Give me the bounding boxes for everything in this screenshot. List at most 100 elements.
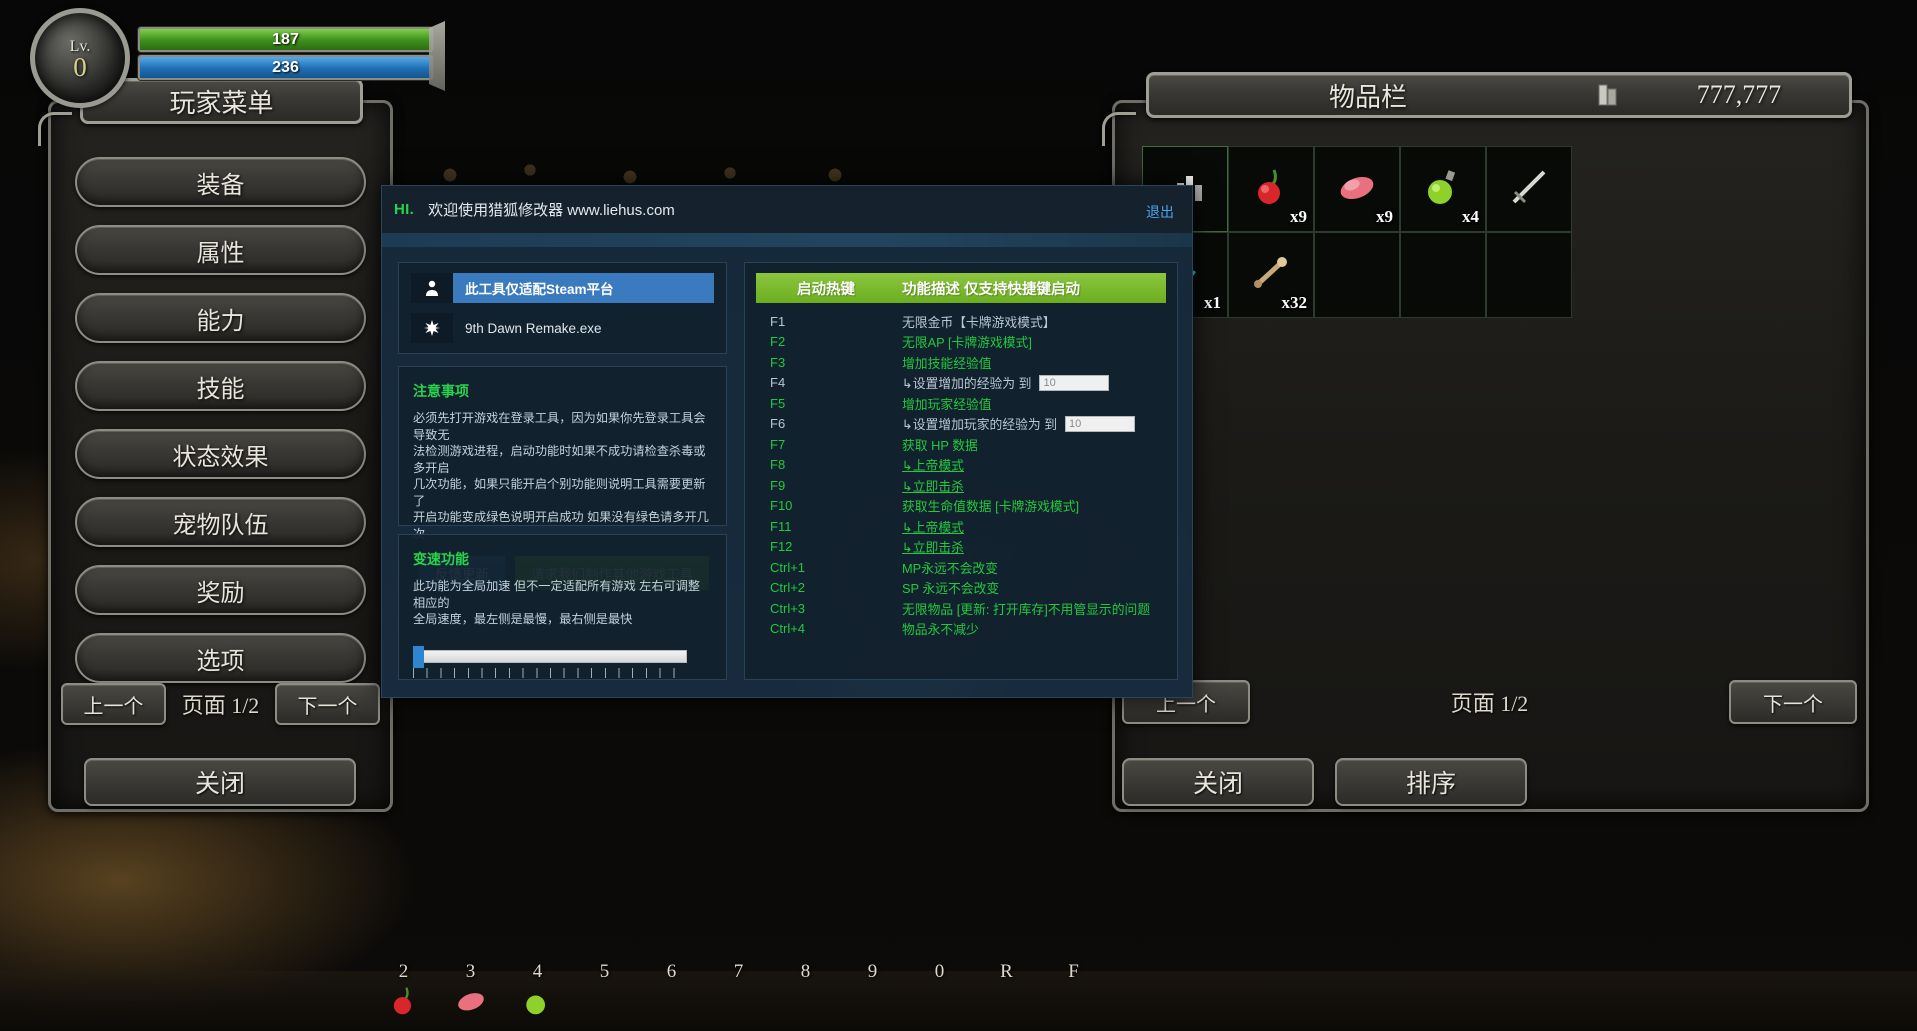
trainer-process-row[interactable]: 9th Dawn Remake.exe	[411, 313, 714, 343]
hotbar-slot-f[interactable]: F	[1040, 961, 1107, 1031]
trainer-notes-line-3: 几次功能，如果只能开启个别功能则说明工具需要更新了	[413, 477, 706, 508]
player-stat-bars: 187 236	[138, 21, 445, 91]
hotkey-key-f8: F8	[770, 457, 786, 473]
hotkey-row-f10[interactable]: F10 获取生命值数据 [卡牌游戏模式]	[756, 496, 1166, 517]
hotkey-row-f3[interactable]: F3 增加技能经验值	[756, 352, 1166, 373]
trainer-platform-label: 此工具仅适配Steam平台	[453, 273, 714, 303]
hotbar-slot-0[interactable]: 0	[906, 961, 973, 1031]
menu-item-status-effects[interactable]: 状态效果	[75, 429, 366, 479]
hotkey-row-f6[interactable]: F6 ↳设置增加玩家的经验为 到	[756, 414, 1166, 435]
hotbar-slot-6[interactable]: 6	[638, 961, 705, 1031]
hotkey-key-f7: F7	[770, 436, 786, 452]
hotkey-key-f3: F3	[770, 354, 786, 370]
screen-root: 187 236 Lv. 0 装备 属性 能力 技能 状态效果 宠物队伍 奖励 选…	[0, 0, 1917, 1031]
hotbar-slot-9[interactable]: 9	[839, 961, 906, 1031]
hotbar-slot-2[interactable]: 2	[370, 961, 437, 1031]
hotkey-row-f5[interactable]: F5 增加玩家经验值	[756, 393, 1166, 414]
hotkeys-col-desc: 功能描述 仅支持快捷键启动	[902, 281, 1081, 298]
hotkey-key-ctrl2: Ctrl+2	[770, 580, 806, 596]
player-menu-items: 装备 属性 能力 技能 状态效果 宠物队伍 奖励 选项	[51, 103, 390, 683]
hotkey-row-ctrl1[interactable]: Ctrl+1 MP永远不会改变	[756, 557, 1166, 578]
hotkey-f6-value-input[interactable]	[1065, 415, 1136, 432]
hotbar: 2 3 4 5 6 7 8 9 0 R F	[370, 961, 1110, 1031]
menu-item-skills[interactable]: 技能	[75, 361, 366, 411]
hotbar-slot-8[interactable]: 8	[772, 961, 839, 1031]
player-menu-next-button[interactable]: 下一个	[275, 683, 380, 725]
inventory-slot-2[interactable]: x9	[1314, 146, 1400, 232]
cherry-icon	[386, 983, 422, 1019]
menu-item-attributes[interactable]: 属性	[75, 225, 366, 275]
hotbar-key-r: R	[1000, 961, 1013, 982]
hotkey-row-f2[interactable]: F2 无限AP [卡牌游戏模式]	[756, 332, 1166, 353]
sun-burst-icon	[411, 313, 453, 343]
mana-bar: 236	[138, 55, 433, 80]
cherry-icon	[1248, 164, 1294, 215]
inventory-slot-6[interactable]: x32	[1228, 232, 1314, 318]
hotkey-key-f5: F5	[770, 395, 786, 411]
inventory-slot-2-qty: x9	[1376, 207, 1393, 226]
trainer-hi-tag: HI.	[394, 201, 415, 218]
hotkey-row-f12[interactable]: F12 ↳立即击杀	[756, 537, 1166, 558]
menu-item-abilities[interactable]: 能力	[75, 293, 366, 343]
hotkey-row-f11[interactable]: F11 ↳上帝模式	[756, 516, 1166, 537]
hotkey-desc-f1: 无限金币【卡牌游戏模式】	[902, 314, 1056, 330]
inventory-slot-1[interactable]: x9	[1228, 146, 1314, 232]
hotbar-key-2: 2	[398, 961, 409, 982]
hotkey-desc-f9: ↳立即击杀	[902, 478, 964, 494]
menu-item-pet-party[interactable]: 宠物队伍	[75, 497, 366, 547]
hotbar-slot-5[interactable]: 5	[571, 961, 638, 1031]
inventory-slot-4[interactable]	[1486, 146, 1572, 232]
level-value: 0	[73, 52, 87, 82]
trainer-hotkeys-card: 启动热键 功能描述 仅支持快捷键启动 F1 无限金币【卡牌游戏模式】 F2 无限…	[744, 262, 1178, 680]
hotkey-key-f6: F6	[770, 416, 786, 432]
hotkey-desc-f7: 获取 HP 数据	[902, 437, 978, 453]
hotkey-row-f4[interactable]: F4 ↳设置增加的经验为 到	[756, 373, 1166, 394]
hotkey-desc-f12: ↳立即击杀	[902, 540, 964, 556]
inventory-slot-7[interactable]	[1314, 232, 1400, 318]
inventory-slot-8[interactable]	[1400, 232, 1486, 318]
inventory-slot-6-qty: x32	[1281, 293, 1308, 312]
mana-value: 236	[272, 59, 299, 76]
speed-slider[interactable]	[413, 645, 712, 678]
menu-item-rewards[interactable]: 奖励	[75, 565, 366, 615]
hotkey-row-f8[interactable]: F8 ↳上帝模式	[756, 455, 1166, 476]
green-potion-icon	[520, 983, 556, 1019]
trainer-notes-line-2: 法检测游戏进程，启动功能时如果不成功请检查杀毒或多开启	[413, 444, 706, 475]
hotbar-slot-7[interactable]: 7	[705, 961, 772, 1031]
trainer-notes-heading: 注意事项	[413, 383, 469, 399]
hotkey-row-f9[interactable]: F9 ↳立即击杀	[756, 475, 1166, 496]
speed-slider-thumb[interactable]	[413, 645, 424, 668]
trainer-speed-line-2: 全局速度，最左侧是最慢，最右侧是最快	[413, 612, 633, 626]
speed-slider-track[interactable]	[413, 649, 687, 663]
hotbar-key-4: 4	[532, 961, 543, 982]
hotkey-key-ctrl4: Ctrl+4	[770, 621, 806, 637]
hotkey-row-ctrl4[interactable]: Ctrl+4 物品永不减少	[756, 619, 1166, 640]
hotkey-row-f7[interactable]: F7 获取 HP 数据	[756, 434, 1166, 455]
inventory-slot-9[interactable]	[1486, 232, 1572, 318]
inventory-sort-button[interactable]: 排序	[1335, 758, 1527, 806]
inventory-currency: 777,777	[1696, 80, 1782, 109]
coin-stack-icon	[1587, 80, 1629, 110]
player-menu-close-button[interactable]: 关闭	[84, 758, 356, 806]
inventory-slot-3[interactable]: x4	[1400, 146, 1486, 232]
hotkey-row-f1[interactable]: F1 无限金币【卡牌游戏模式】	[756, 311, 1166, 332]
meat-icon	[1334, 164, 1380, 215]
hotkey-desc-f2: 无限AP [卡牌游戏模式]	[902, 335, 1032, 351]
hotkey-desc-f8: ↳上帝模式	[902, 458, 964, 474]
hotbar-key-8: 8	[800, 961, 811, 982]
hotkey-f4-value-input[interactable]	[1039, 374, 1110, 391]
trainer-platform-row[interactable]: 此工具仅适配Steam平台	[411, 273, 714, 303]
inventory-next-button[interactable]: 下一个	[1729, 680, 1857, 724]
menu-item-options[interactable]: 选项	[75, 633, 366, 683]
hotkey-key-f12: F12	[770, 539, 793, 555]
hotbar-slot-r[interactable]: R	[973, 961, 1040, 1031]
trainer-exit-link[interactable]: 退出	[1146, 202, 1174, 222]
hotkey-row-ctrl3[interactable]: Ctrl+3 无限物品 [更新: 打开库存]不用管显示的问题	[756, 598, 1166, 619]
trainer-notes-body: 必须先打开游戏在登录工具，因为如果你先登录工具会导致无 法检测游戏进程，启动功能…	[413, 410, 712, 542]
hotbar-slot-3[interactable]: 3	[437, 961, 504, 1031]
hotbar-slot-4[interactable]: 4	[504, 961, 571, 1031]
menu-item-equipment[interactable]: 装备	[75, 157, 366, 207]
player-menu-prev-button[interactable]: 上一个	[61, 683, 166, 725]
inventory-close-button[interactable]: 关闭	[1122, 758, 1314, 806]
hotkey-row-ctrl2[interactable]: Ctrl+2 SP 永远不会改变	[756, 578, 1166, 599]
